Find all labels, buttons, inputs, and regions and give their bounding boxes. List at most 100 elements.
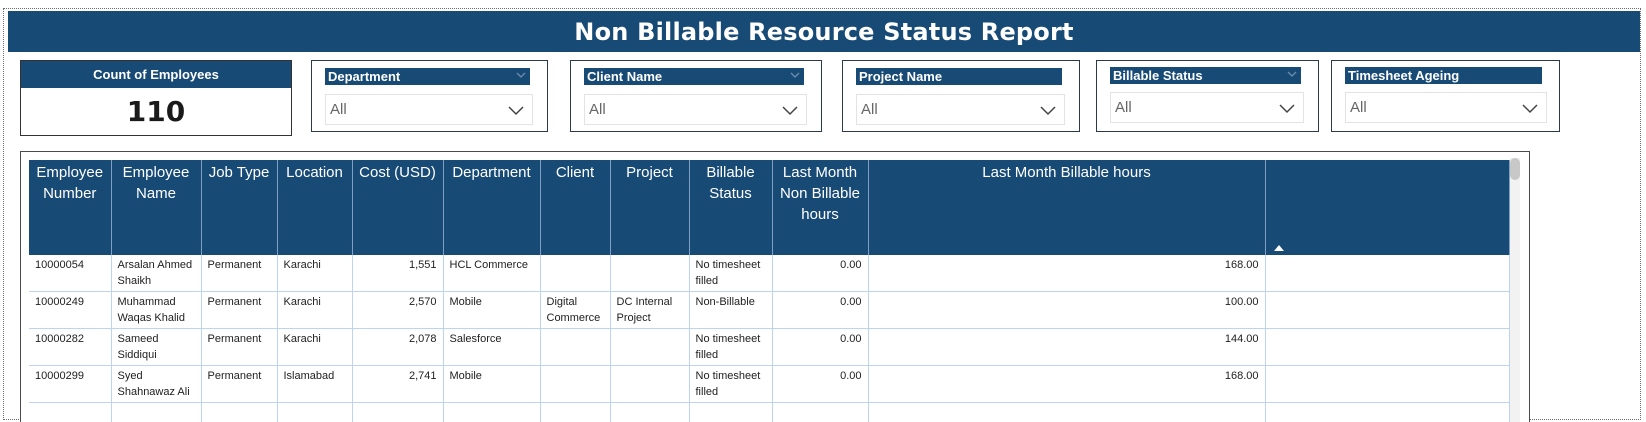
slicer-title-label: Client Name bbox=[587, 69, 663, 84]
table-cell: Karachi bbox=[277, 255, 353, 292]
table-cell: Permanent bbox=[201, 291, 278, 329]
table-row[interactable]: 10000299 Syed Shahnawaz Ali Permanent Islam… bbox=[29, 365, 1510, 403]
column-header[interactable]: Job Type bbox=[201, 160, 278, 255]
table-cell bbox=[1265, 255, 1510, 292]
table-cell: Islamabad bbox=[277, 365, 353, 403]
chevron-down-icon bbox=[1279, 104, 1295, 114]
slicer-title: Department bbox=[325, 68, 530, 85]
table-cell bbox=[868, 402, 1266, 422]
chevron-down-icon bbox=[1287, 71, 1297, 77]
table-cell: 0.00 bbox=[772, 255, 869, 292]
table-cell: 144.00 bbox=[868, 328, 1266, 366]
billable-status-dropdown[interactable]: All bbox=[1110, 92, 1304, 123]
table-cell: 2,078 bbox=[352, 328, 444, 366]
table-cell: Mobile bbox=[443, 291, 541, 329]
slicer-title-label: Department bbox=[328, 69, 401, 84]
employee-table-visual: Employee Number Employee Name Job Type L… bbox=[20, 151, 1530, 422]
slicer-title-label: Timesheet Ageing bbox=[1348, 68, 1460, 83]
table-cell bbox=[772, 402, 869, 422]
table-cell: DC Internal Project bbox=[610, 291, 690, 329]
table-cell bbox=[277, 402, 353, 422]
table-cell bbox=[1265, 291, 1510, 329]
dropdown-value: All bbox=[1115, 99, 1132, 116]
column-header[interactable]: Last Month Billable hours bbox=[868, 160, 1266, 255]
table-row[interactable]: 10000054 Arsalan Ahmed Shaikh Permanent Kar… bbox=[29, 255, 1510, 292]
table-cell: Non-Billable bbox=[689, 291, 773, 329]
table-row[interactable]: 10000249 Muhammad Waqas Khalid Permanent Ka… bbox=[29, 291, 1510, 329]
table-cell: 10000054 bbox=[29, 255, 112, 292]
slicer-title: Client Name bbox=[584, 68, 804, 85]
table-cell: 100.00 bbox=[868, 291, 1266, 329]
column-header[interactable]: Location bbox=[277, 160, 353, 255]
slicer-title: Project Name bbox=[856, 68, 1062, 85]
table-cell: Karachi bbox=[277, 291, 353, 329]
vertical-scrollbar-track[interactable] bbox=[1510, 158, 1520, 422]
table-cell: 0.00 bbox=[772, 291, 869, 329]
table-cell bbox=[1265, 402, 1510, 422]
column-header[interactable]: Employee Number bbox=[29, 160, 112, 255]
table-cell bbox=[29, 402, 112, 422]
table-row[interactable] bbox=[29, 402, 1510, 422]
table-header-row: Employee Number Employee Name Job Type L… bbox=[29, 160, 1510, 255]
employee-table: Employee Number Employee Name Job Type L… bbox=[29, 160, 1510, 422]
column-header[interactable]: Last Month Non Billable hours bbox=[772, 160, 869, 255]
column-header[interactable]: Employee Name bbox=[111, 160, 202, 255]
table-cell: 0.00 bbox=[772, 328, 869, 366]
column-header[interactable]: Client bbox=[540, 160, 611, 255]
slicer-title-label: Billable Status bbox=[1113, 68, 1203, 83]
employee-count-card: Count of Employees 110 bbox=[20, 60, 292, 136]
sorted-column-header[interactable] bbox=[1265, 160, 1510, 255]
vertical-scrollbar-thumb[interactable] bbox=[1510, 158, 1520, 180]
table-cell: Salesforce bbox=[443, 328, 541, 366]
table-cell bbox=[201, 402, 278, 422]
table-cell: 10000249 bbox=[29, 291, 112, 329]
table-cell: Sameed Siddiqui bbox=[111, 328, 202, 366]
project-name-dropdown[interactable]: All bbox=[856, 94, 1065, 125]
table-cell: No timesheet filled bbox=[689, 328, 773, 366]
slicer-title: Billable Status bbox=[1110, 67, 1301, 84]
table-cell: 168.00 bbox=[868, 255, 1266, 292]
column-header[interactable]: Billable Status bbox=[689, 160, 773, 255]
billable-status-slicer: Billable Status All bbox=[1096, 60, 1319, 132]
column-header[interactable]: Department bbox=[443, 160, 541, 255]
dropdown-value: All bbox=[589, 101, 606, 118]
table-cell: Permanent bbox=[201, 365, 278, 403]
chevron-down-icon bbox=[508, 106, 524, 116]
table-cell bbox=[540, 365, 611, 403]
timesheet-ageing-dropdown[interactable]: All bbox=[1345, 92, 1547, 123]
chevron-down-icon bbox=[1040, 106, 1056, 116]
table-cell: Arsalan Ahmed Shaikh bbox=[111, 255, 202, 292]
dropdown-value: All bbox=[861, 101, 878, 118]
table-cell: 10000299 bbox=[29, 365, 112, 403]
table-cell bbox=[610, 328, 690, 366]
table-cell bbox=[610, 255, 690, 292]
timesheet-ageing-slicer: Timesheet Ageing All bbox=[1331, 60, 1560, 132]
table-cell bbox=[540, 255, 611, 292]
table-cell: Permanent bbox=[201, 255, 278, 292]
table-row[interactable]: 10000282 Sameed Siddiqui Permanent Karachi 2… bbox=[29, 328, 1510, 366]
table-cell: 10000282 bbox=[29, 328, 112, 366]
chevron-down-icon bbox=[516, 72, 526, 78]
table-cell: No timesheet filled bbox=[689, 255, 773, 292]
table-cell bbox=[540, 402, 611, 422]
table-cell bbox=[443, 402, 541, 422]
kpi-label: Count of Employees bbox=[21, 61, 291, 88]
client-name-dropdown[interactable]: All bbox=[584, 94, 807, 125]
table-cell bbox=[1265, 365, 1510, 403]
column-header[interactable]: Project bbox=[610, 160, 690, 255]
project-name-slicer: Project Name All bbox=[842, 60, 1080, 132]
column-header[interactable]: Cost (USD) bbox=[352, 160, 444, 255]
department-dropdown[interactable]: All bbox=[325, 94, 533, 125]
table-cell bbox=[540, 328, 611, 366]
table-cell bbox=[610, 402, 690, 422]
chevron-down-icon bbox=[782, 106, 798, 116]
table-cell: HCL Commerce bbox=[443, 255, 541, 292]
report-title: Non Billable Resource Status Report bbox=[8, 11, 1640, 52]
slicer-title-label: Project Name bbox=[859, 69, 943, 84]
table-cell: Mobile bbox=[443, 365, 541, 403]
table-cell: Digital Commerce bbox=[540, 291, 611, 329]
table-cell: Muhammad Waqas Khalid bbox=[111, 291, 202, 329]
dropdown-value: All bbox=[330, 101, 347, 118]
client-name-slicer: Client Name All bbox=[570, 60, 822, 132]
department-slicer: Department All bbox=[311, 60, 548, 132]
